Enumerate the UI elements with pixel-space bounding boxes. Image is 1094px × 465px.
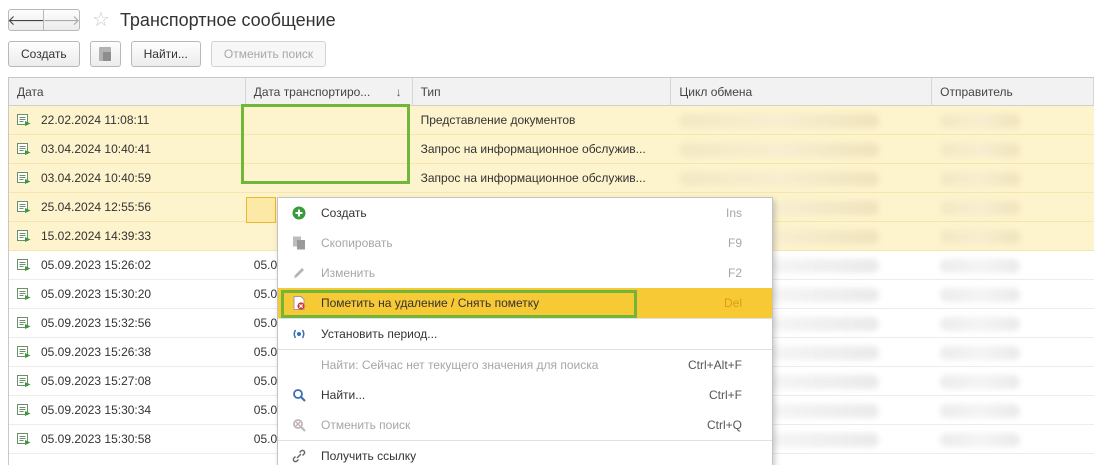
column-header-type[interactable]: Тип — [413, 78, 672, 106]
redacted-value — [940, 229, 1021, 244]
column-header-transport-date[interactable]: Дата транспортиро... ↓ — [246, 78, 413, 106]
cell-sender — [932, 309, 1094, 337]
title-bar: 🡐 🡒 ☆ Транспортное сообщение — [7, 6, 336, 34]
menu-item-find-current-value[interactable]: Найти: Сейчас нет текущего значения для … — [278, 350, 772, 380]
redacted-value — [940, 374, 1021, 389]
copy-button[interactable] — [89, 41, 121, 67]
redacted-value — [940, 113, 1021, 128]
redacted-value — [940, 287, 1021, 302]
context-menu: Создать Ins Скопировать F9 Изменить F2 П… — [277, 197, 773, 465]
redacted-value — [679, 113, 880, 128]
link-icon — [292, 449, 306, 463]
annotation-box-transport-date — [241, 104, 410, 184]
cell-date: 03.04.2024 10:40:59 — [9, 164, 246, 192]
menu-item-edit[interactable]: Изменить F2 — [278, 258, 772, 288]
cell-exchange-cycle — [671, 164, 932, 192]
back-button[interactable]: 🡐 — [7, 9, 45, 31]
cell-sender — [932, 251, 1094, 279]
pencil-icon — [294, 268, 304, 278]
table-row[interactable]: 03.04.2024 10:40:41 Запрос на информацион… — [9, 135, 1094, 164]
cancel-search-icon — [293, 419, 306, 432]
selected-cell — [246, 197, 276, 223]
menu-item-get-link[interactable]: Получить ссылку — [278, 441, 772, 465]
message-doc-icon — [17, 142, 31, 155]
redacted-value — [679, 171, 880, 186]
arrow-right-icon: 🡒 — [42, 11, 81, 28]
plus-circle-icon — [292, 206, 306, 220]
toolbar: Создать Найти... Отменить поиск — [8, 41, 336, 67]
copy-icon — [293, 236, 305, 250]
cell-date: 05.09.2023 15:26:02 — [9, 251, 246, 279]
favorite-star-icon[interactable]: ☆ — [92, 10, 110, 30]
column-header-date[interactable]: Дата — [9, 78, 246, 106]
message-doc-icon — [17, 113, 31, 126]
cell-sender — [932, 280, 1094, 308]
arrow-left-icon: 🡐 — [7, 11, 45, 28]
cell-date: 05.09.2023 15:30:58 — [9, 425, 246, 453]
message-doc-icon — [17, 229, 31, 242]
menu-item-copy[interactable]: Скопировать F9 — [278, 228, 772, 258]
copy-icon — [99, 47, 112, 61]
message-doc-icon — [17, 374, 31, 387]
cell-sender — [932, 164, 1094, 192]
redacted-value — [940, 345, 1021, 360]
cancel-search-button[interactable]: Отменить поиск — [210, 41, 327, 67]
cell-date: 25.04.2024 12:55:56 — [9, 193, 246, 221]
cell-exchange-cycle — [671, 106, 932, 134]
cell-type: Запрос на информационное обслужив... — [420, 171, 646, 185]
cell-date: 05.09.2023 15:30:20 — [9, 280, 246, 308]
message-doc-icon — [17, 403, 31, 416]
cell-date: 05.09.2023 15:26:38 — [9, 338, 246, 366]
message-doc-icon — [17, 287, 31, 300]
message-doc-icon — [17, 316, 31, 329]
cell-sender — [932, 222, 1094, 250]
message-doc-icon — [17, 200, 31, 213]
menu-item-set-period[interactable]: Установить период... — [278, 319, 772, 349]
cell-date: 05.09.2023 15:27:08 — [9, 367, 246, 395]
cell-sender — [932, 338, 1094, 366]
cell-type: Запрос на информационное обслужив... — [420, 142, 646, 156]
redacted-value — [940, 171, 1021, 186]
cell-date: 22.02.2024 11:08:11 — [9, 106, 246, 134]
message-doc-icon — [17, 345, 31, 358]
redacted-value — [940, 258, 1021, 273]
search-icon — [293, 389, 306, 402]
cell-date: 03.04.2024 10:40:41 — [9, 135, 246, 163]
redacted-value — [940, 432, 1021, 447]
menu-item-create[interactable]: Создать Ins — [278, 198, 772, 228]
cell-sender — [932, 425, 1094, 453]
menu-item-cancel-search[interactable]: Отменить поиск Ctrl+Q — [278, 410, 772, 440]
redacted-value — [940, 200, 1021, 215]
create-button[interactable]: Создать — [8, 41, 80, 67]
cell-date: 05.09.2023 15:30:34 — [9, 396, 246, 424]
cell-sender — [932, 193, 1094, 221]
menu-item-find[interactable]: Найти... Ctrl+F — [278, 380, 772, 410]
table-row[interactable]: 03.04.2024 10:40:59 Запрос на информацион… — [9, 164, 1094, 193]
forward-button[interactable]: 🡒 — [42, 9, 81, 31]
sort-down-icon: ↓ — [395, 85, 402, 99]
cell-sender — [932, 396, 1094, 424]
redacted-value — [940, 142, 1021, 157]
message-doc-icon — [17, 432, 31, 445]
annotation-box-mark-deletion — [281, 290, 637, 318]
page-title: Транспортное сообщение — [119, 9, 336, 30]
message-doc-icon — [17, 258, 31, 271]
redacted-value — [679, 142, 880, 157]
message-doc-icon — [17, 171, 31, 184]
cell-date: 05.09.2023 15:32:56 — [9, 309, 246, 337]
redacted-value — [940, 316, 1021, 331]
cell-type: Представление документов — [420, 113, 576, 127]
cell-sender — [932, 106, 1094, 134]
cell-sender — [932, 367, 1094, 395]
period-icon — [293, 329, 305, 339]
column-header-exchange-cycle[interactable]: Цикл обмена — [671, 78, 933, 106]
table-row[interactable]: 22.02.2024 11:08:11 Представление докумен… — [9, 106, 1094, 135]
find-button[interactable]: Найти... — [130, 41, 201, 67]
cell-exchange-cycle — [671, 135, 932, 163]
cell-date: 15.02.2024 14:39:33 — [9, 222, 246, 250]
redacted-value — [940, 403, 1021, 418]
table-header: Дата Дата транспортиро... ↓ Тип Цикл обме… — [9, 78, 1094, 106]
cell-sender — [932, 135, 1094, 163]
column-header-sender[interactable]: Отправитель — [932, 78, 1094, 106]
